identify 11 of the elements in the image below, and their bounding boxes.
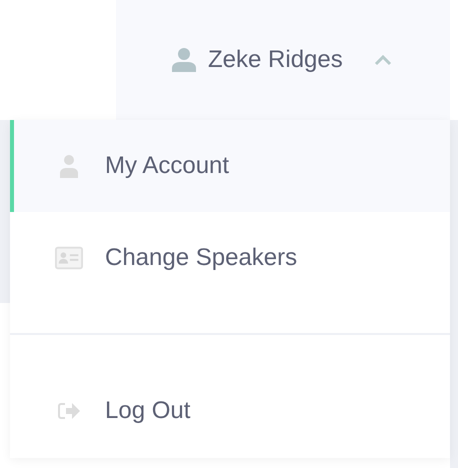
menu-item-label: Change Speakers xyxy=(105,244,298,272)
user-icon xyxy=(59,154,79,178)
menu-item[interactable]: Change Speakers xyxy=(10,212,450,304)
menu-item-label: Log Out xyxy=(105,397,190,425)
user-icon xyxy=(172,48,196,72)
menu-item[interactable]: Log Out xyxy=(10,365,450,457)
menu-item-label: My Account xyxy=(105,152,230,180)
logout-icon xyxy=(58,402,80,420)
menu-item[interactable]: My Account xyxy=(10,120,450,212)
id-card-icon xyxy=(55,246,83,270)
user-menu-button[interactable]: Zeke Ridges xyxy=(116,30,392,90)
